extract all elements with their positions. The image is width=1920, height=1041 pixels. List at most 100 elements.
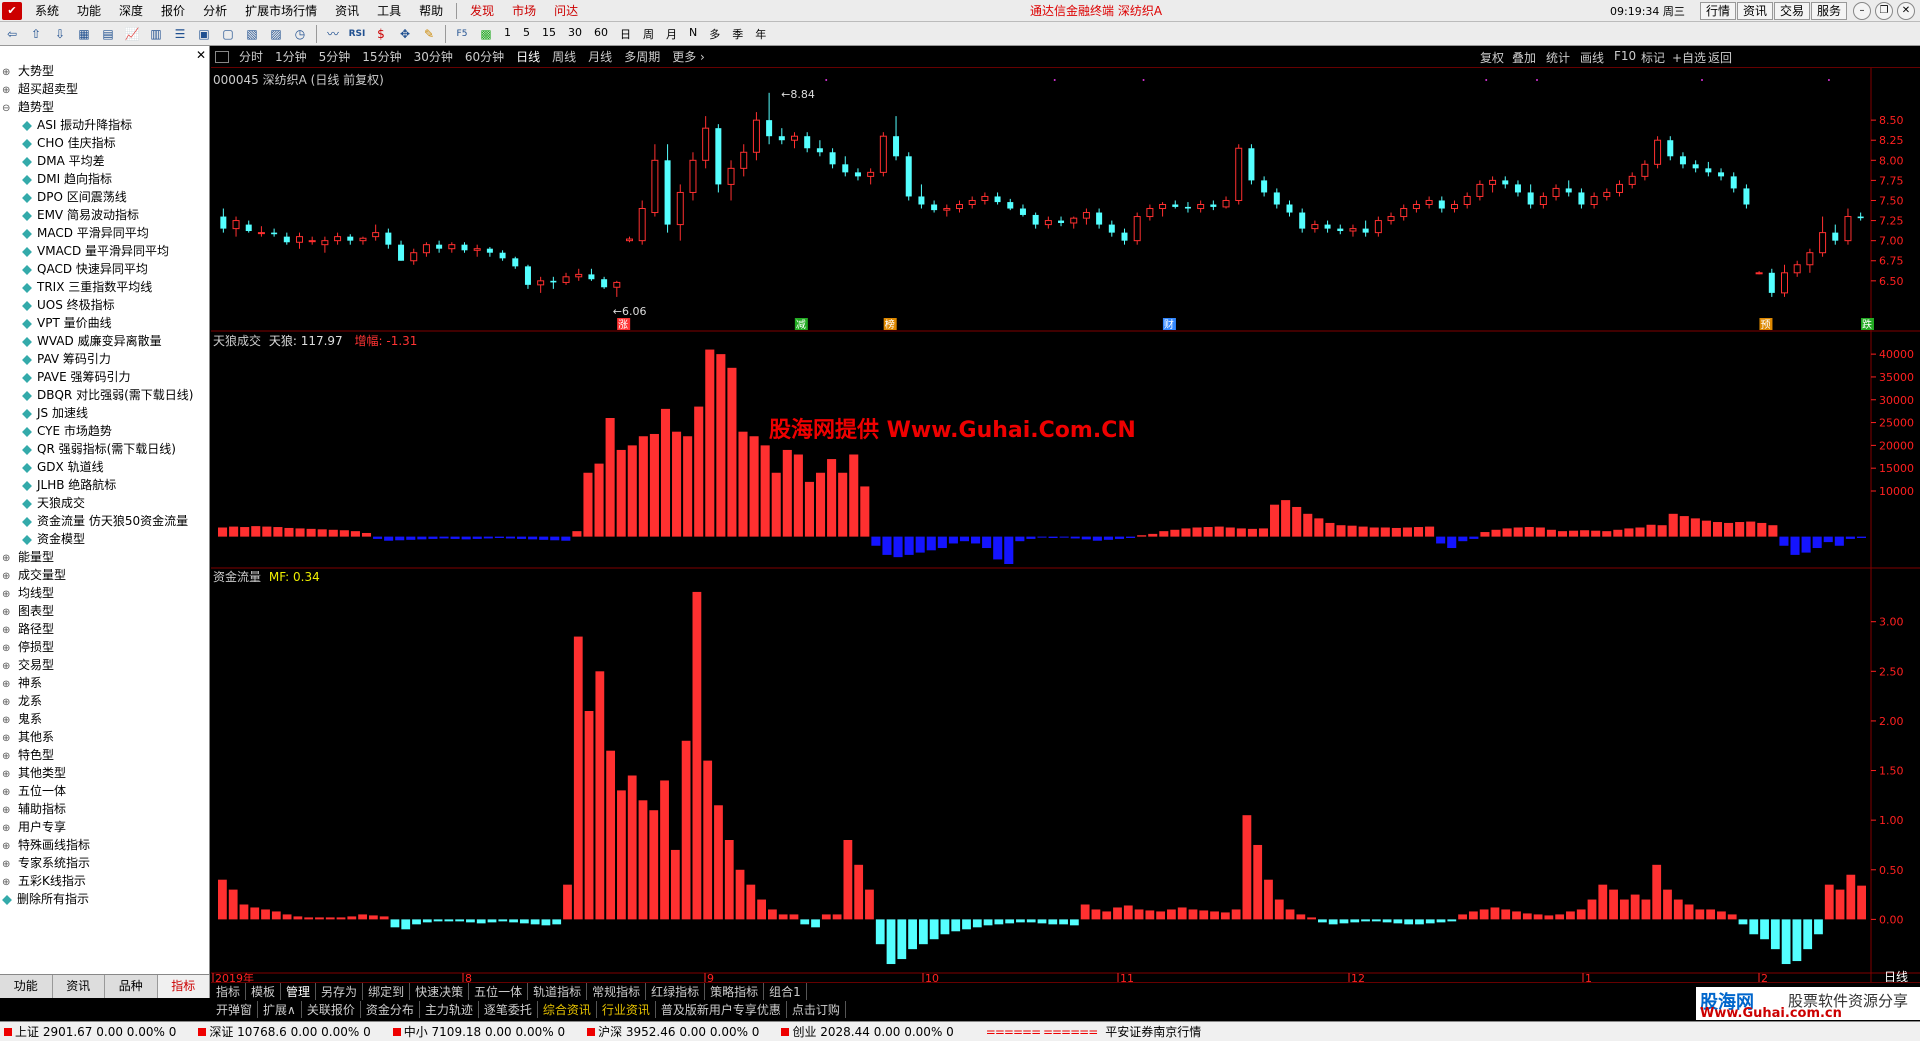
back-icon[interactable]: ⇦ <box>2 25 22 43</box>
indicator-item[interactable]: VMACD 量平滑异同平均 <box>0 242 209 260</box>
close-icon[interactable]: ✕ <box>1897 2 1915 20</box>
extension-button[interactable]: 逐笔委托 <box>479 1001 538 1018</box>
indicator-item[interactable]: TRIX 三重指数平均线 <box>0 278 209 296</box>
wave-icon[interactable]: 〰 <box>323 25 343 43</box>
toolbar-period-button[interactable]: 年 <box>749 26 772 42</box>
sidebar-tab[interactable]: 品种 <box>105 975 158 998</box>
extension-button[interactable]: 扩展∧ <box>258 1001 302 1018</box>
extension-button[interactable]: 开弹窗 <box>211 1001 259 1018</box>
period-button[interactable]: 5分钟 <box>313 48 357 65</box>
period-button[interactable]: 1分钟 <box>269 48 313 65</box>
indicator-group[interactable]: ⊕ 成交量型 <box>0 566 209 584</box>
extension-button[interactable]: 点击订购 <box>787 1001 846 1018</box>
service-button[interactable]: 服务 <box>1811 2 1848 20</box>
down-icon[interactable]: ⇩ <box>50 25 70 43</box>
chart-area[interactable]: 分时 1分钟 5分钟 15分钟 30分钟 60分钟 日线 周线 月线 多周期 更多 › 复权 叠加 统计… <box>211 46 1920 998</box>
f10-icon[interactable]: ▣ <box>194 25 214 43</box>
menu-item[interactable]: 扩展市场行情 <box>236 0 326 22</box>
indicator-item[interactable]: JLHB 绝路航标 <box>0 476 209 494</box>
indicator-item[interactable]: QACD 快速异同平均 <box>0 260 209 278</box>
extension-button[interactable]: 行业资讯 <box>597 1001 656 1018</box>
sidebar-tab[interactable]: 功能 <box>0 975 53 998</box>
function-button[interactable]: 另存为 <box>316 983 364 1000</box>
panel-toggle-icon[interactable] <box>215 50 229 63</box>
heatmap-icon[interactable]: ▧ <box>242 25 262 43</box>
function-button[interactable]: 轨道指标 <box>528 983 588 1000</box>
period-button[interactable]: 分时 <box>233 48 269 65</box>
menu-item[interactable]: 资讯 <box>326 0 368 22</box>
indicator-item[interactable]: 资金模型 <box>0 530 209 548</box>
period-right-button[interactable]: 统计 <box>1546 49 1570 66</box>
indicator-group[interactable]: ⊕ 能量型 <box>0 548 209 566</box>
indicator-group[interactable]: ⊕ 五位一体 <box>0 782 209 800</box>
indicator-group[interactable]: ⊕ 超买超卖型 <box>0 80 209 98</box>
function-button[interactable]: 指标 <box>211 983 247 1000</box>
toolbar-period-button[interactable]: 季 <box>726 26 749 42</box>
period-right-button[interactable]: 标记 <box>1641 49 1665 66</box>
indicator-group[interactable]: ⊕ 停损型 <box>0 638 209 656</box>
indicator-group[interactable]: ⊕ 其他类型 <box>0 764 209 782</box>
period-right-button[interactable]: 返回 <box>1708 49 1732 66</box>
toolbar-period-button[interactable]: 1 <box>498 26 517 42</box>
sidebar-close-icon[interactable]: ✕ <box>196 48 206 62</box>
toolbar-period-button[interactable]: N <box>683 26 703 42</box>
grid-icon[interactable]: ▦ <box>74 25 94 43</box>
function-button[interactable]: 红绿指标 <box>646 983 706 1000</box>
period-button[interactable]: 15分钟 <box>356 48 407 65</box>
indicator-item[interactable]: MACD 平滑异同平均 <box>0 224 209 242</box>
indicator-group[interactable]: ⊖ 趋势型 <box>0 98 209 116</box>
indicator-item[interactable]: EMV 简易波动指标 <box>0 206 209 224</box>
toolbar-period-button[interactable]: 日 <box>614 26 637 42</box>
image-icon[interactable]: ▩ <box>476 25 496 43</box>
indicator-group[interactable]: ⊕ 鬼系 <box>0 710 209 728</box>
period-right-button[interactable]: 叠加 <box>1512 49 1536 66</box>
menu-item-red[interactable]: 发现 <box>461 0 503 22</box>
function-button[interactable]: 五位一体 <box>469 983 529 1000</box>
indicator-item[interactable]: UOS 终极指标 <box>0 296 209 314</box>
period-button[interactable]: 更多 › <box>666 48 711 65</box>
menu-item[interactable]: 功能 <box>68 0 110 22</box>
chart-canvas[interactable]: 8.50 8.25 8.00 7.75 7.50 7.25 7.00 6.75 6.50 ←8.8… <box>211 68 1920 984</box>
indicator-item[interactable]: PAV 筹码引力 <box>0 350 209 368</box>
indicator-group[interactable]: ⊕ 用户专享 <box>0 818 209 836</box>
function-button[interactable]: 快速决策 <box>410 983 470 1000</box>
clock-icon[interactable]: ◷ <box>290 25 310 43</box>
candle-icon[interactable]: ▥ <box>146 25 166 43</box>
indicator-item[interactable]: ASI 振动升降指标 <box>0 116 209 134</box>
indicator-group[interactable]: ⊕ 路径型 <box>0 620 209 638</box>
extension-button[interactable]: 普及版新用户专享优惠 <box>656 1001 787 1018</box>
move-icon[interactable]: ✥ <box>395 25 415 43</box>
indicator-item[interactable]: VPT 量价曲线 <box>0 314 209 332</box>
function-button[interactable]: 策略指标 <box>705 983 765 1000</box>
period-button[interactable]: 多周期 <box>618 48 666 65</box>
indicator-item[interactable]: 资金流量 仿天狼50资金流量 <box>0 512 209 530</box>
period-right-button[interactable]: +自选 <box>1672 49 1706 66</box>
extension-button[interactable]: 综合资讯 <box>538 1001 597 1018</box>
indicator-item[interactable]: JS 加速线 <box>0 404 209 422</box>
period-right-button[interactable]: 复权 <box>1480 49 1504 66</box>
menu-item-red[interactable]: 市场 <box>503 0 545 22</box>
toolbar-period-button[interactable]: 5 <box>517 26 536 42</box>
period-right-button[interactable]: 画线 <box>1580 49 1604 66</box>
toolbar-period-button[interactable]: 30 <box>562 26 588 42</box>
toolbar-period-button[interactable]: 60 <box>588 26 614 42</box>
toolbar-period-button[interactable]: 周 <box>637 26 660 42</box>
extension-button[interactable]: 主力轨迹 <box>420 1001 479 1018</box>
indicator-group[interactable]: ⊕ 专家系统指示 <box>0 854 209 872</box>
menu-item[interactable]: 系统 <box>26 0 68 22</box>
pencil-icon[interactable]: ✎ <box>419 25 439 43</box>
period-button[interactable]: 60分钟 <box>459 48 510 65</box>
indicator-item[interactable]: WVAD 威廉变异离散量 <box>0 332 209 350</box>
indicator-item[interactable]: PAVE 强筹码引力 <box>0 368 209 386</box>
period-button[interactable]: 日线 <box>510 48 546 65</box>
report-icon[interactable]: ▢ <box>218 25 238 43</box>
indicator-group[interactable]: ⊕ 辅助指标 <box>0 800 209 818</box>
indicator-group[interactable]: ⊕ 神系 <box>0 674 209 692</box>
function-button[interactable]: 绑定到 <box>363 983 411 1000</box>
collapse-icon[interactable]: ⊖ <box>2 100 18 118</box>
menu-item[interactable]: 深度 <box>110 0 152 22</box>
indicator-group[interactable]: ⊕ 龙系 <box>0 692 209 710</box>
bar-icon[interactable]: ▨ <box>266 25 286 43</box>
sidebar-tab[interactable]: 资讯 <box>53 975 105 998</box>
period-button[interactable]: 30分钟 <box>408 48 459 65</box>
